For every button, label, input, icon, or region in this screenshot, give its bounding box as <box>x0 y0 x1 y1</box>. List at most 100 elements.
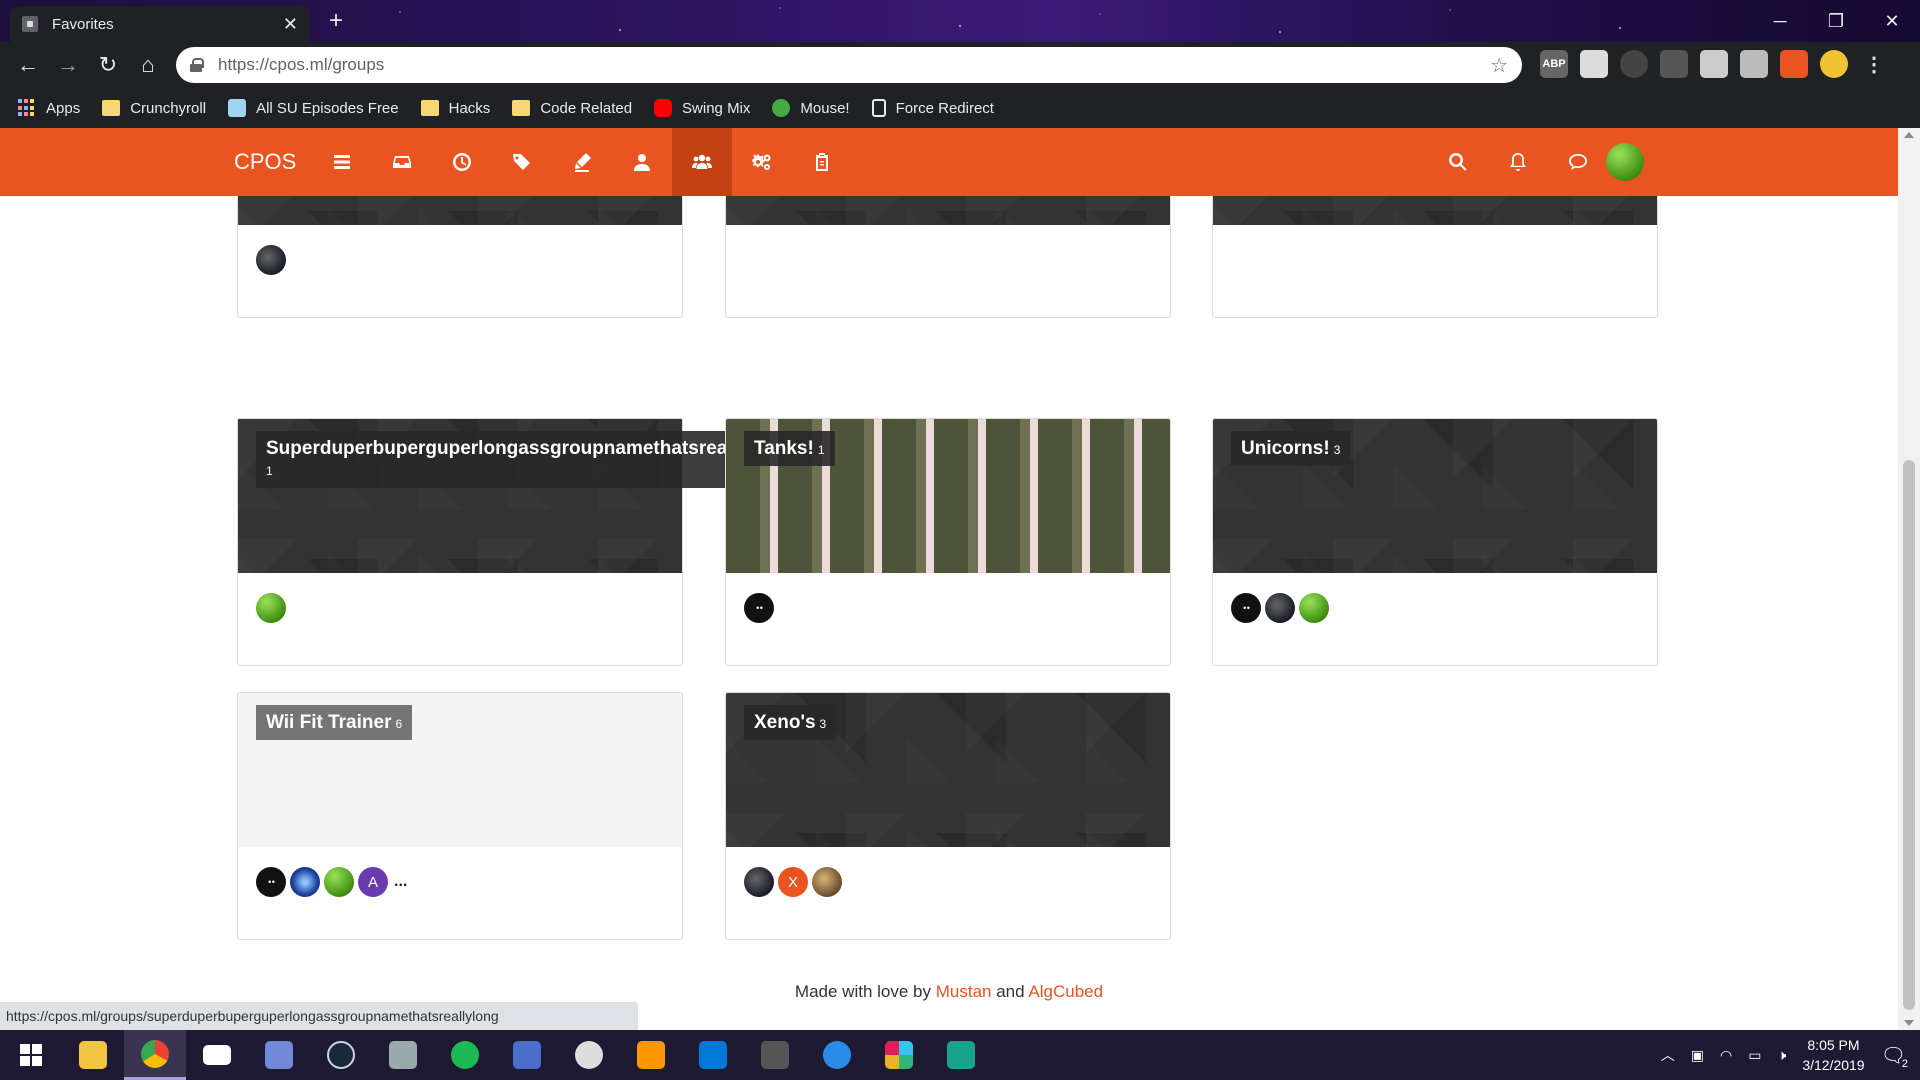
member-avatar[interactable] <box>1299 593 1329 623</box>
adblock-icon[interactable]: ABP <box>1540 50 1568 78</box>
close-window-button[interactable]: ✕ <box>1864 0 1920 42</box>
member-avatar[interactable] <box>744 867 774 897</box>
footer-link-algcubed[interactable]: AlgCubed <box>1028 982 1103 1001</box>
extension-box-icon[interactable] <box>1580 50 1608 78</box>
user-avatar[interactable] <box>1606 143 1644 181</box>
member-avatar[interactable] <box>812 867 842 897</box>
bookmark-mouse[interactable]: Mouse! <box>772 99 850 117</box>
scroll-down-icon[interactable] <box>1904 1020 1914 1026</box>
member-avatar[interactable] <box>1231 593 1261 623</box>
bookmark-hacks[interactable]: Hacks <box>420 100 490 117</box>
restore-button[interactable]: ❐ <box>1808 0 1864 42</box>
group-card-xenos[interactable]: Xeno's 3 X <box>725 692 1171 940</box>
mail-icon[interactable] <box>186 1030 248 1080</box>
notifications-icon[interactable]: 🗨 2 <box>1881 1043 1908 1070</box>
chevron-up-icon[interactable]: ︿ <box>1661 1045 1675 1065</box>
footer-link-mustan[interactable]: Mustan <box>936 982 992 1001</box>
chrome-menu-icon[interactable]: ⋮ <box>1860 50 1888 78</box>
bookmark-crunchyroll[interactable]: Crunchyroll <box>102 100 206 117</box>
clock-icon[interactable] <box>432 128 492 196</box>
member-avatar[interactable] <box>744 593 774 623</box>
bookmark-star-icon[interactable]: ☆ <box>1490 53 1508 78</box>
extension-glasses-icon[interactable] <box>1660 50 1688 78</box>
gitkraken-icon[interactable] <box>930 1030 992 1080</box>
tab-title: Favorites <box>52 15 114 33</box>
group-members <box>256 245 286 275</box>
page-scrollbar[interactable] <box>1898 128 1920 1030</box>
wifi-icon[interactable]: ◠ <box>1720 1047 1732 1064</box>
spotify-icon[interactable] <box>434 1030 496 1080</box>
browser-tab[interactable]: Favorites ✕ <box>10 6 310 42</box>
tags-icon[interactable] <box>492 128 552 196</box>
app-window-icon[interactable] <box>372 1030 434 1080</box>
bookmark-swing-mix[interactable]: Swing Mix <box>654 99 750 117</box>
bell-icon[interactable] <box>1488 128 1548 196</box>
minimize-button[interactable]: ─ <box>1752 0 1808 42</box>
home-button[interactable]: ⌂ <box>128 45 168 85</box>
vscode-icon[interactable] <box>682 1030 744 1080</box>
slack-icon[interactable] <box>868 1030 930 1080</box>
tray-app-icon[interactable]: ▣ <box>1691 1047 1704 1064</box>
list-icon[interactable] <box>312 128 372 196</box>
group-name-label[interactable]: Xeno's 3 <box>744 705 837 740</box>
extension-printer-icon[interactable] <box>1700 50 1728 78</box>
brand-logo[interactable]: CPOS <box>234 128 296 196</box>
new-tab-button[interactable]: + <box>322 8 350 36</box>
search-icon[interactable] <box>1428 128 1488 196</box>
more-members-ellipsis[interactable]: ... <box>394 873 407 891</box>
extension-off-icon[interactable] <box>1780 50 1808 78</box>
battery-icon[interactable]: ▭ <box>1748 1047 1761 1064</box>
group-name-label[interactable]: Wii Fit Trainer 6 <box>256 705 413 740</box>
bookmark-code-related[interactable]: Code Related <box>512 100 632 117</box>
member-avatar[interactable] <box>256 593 286 623</box>
back-button[interactable]: ← <box>8 45 48 85</box>
calculator-icon[interactable] <box>744 1030 806 1080</box>
extension-circle-icon[interactable] <box>1620 50 1648 78</box>
group-card-superlong[interactable]: Superduperbuperguperlongassgroupnamethat… <box>237 418 726 666</box>
groups-icon[interactable] <box>672 128 732 196</box>
group-card-tanks[interactable]: Tanks! 1 <box>725 418 1171 666</box>
address-bar[interactable]: https://cpos.ml/groups ☆ <box>176 47 1522 83</box>
bookmark-force-redirect[interactable]: Force Redirect <box>871 99 994 117</box>
discord-icon[interactable] <box>248 1030 310 1080</box>
member-avatar[interactable] <box>324 867 354 897</box>
member-avatar[interactable] <box>256 867 286 897</box>
member-avatar[interactable]: X <box>778 867 808 897</box>
sublime-icon[interactable] <box>620 1030 682 1080</box>
address-url[interactable]: https://cpos.ml/groups <box>218 55 1490 75</box>
member-avatar[interactable] <box>1265 593 1295 623</box>
extension-library-icon[interactable] <box>1740 50 1768 78</box>
group-card-wii-fit-trainer[interactable]: Wii Fit Trainer6 A ... <box>237 692 683 940</box>
group-name-label[interactable]: Superduperbuperguperlongassgroupnamethat… <box>256 431 726 488</box>
user-icon[interactable] <box>612 128 672 196</box>
settings-icon[interactable] <box>732 128 792 196</box>
group-card-unicorns[interactable]: Unicorns! 3 <box>1212 418 1658 666</box>
start-button[interactable] <box>0 1030 62 1080</box>
scroll-thumb[interactable] <box>1903 460 1915 1010</box>
volume-muted-icon[interactable]: 🕨 <box>1777 1047 1786 1064</box>
taskbar-clock[interactable]: 8:05 PM 3/12/2019 <box>1802 1035 1864 1075</box>
browser-app-icon[interactable] <box>806 1030 868 1080</box>
clock-time: 8:05 PM <box>1807 1037 1860 1053</box>
profile-avatar-icon[interactable] <box>1820 50 1848 78</box>
chat-icon[interactable] <box>1548 128 1608 196</box>
member-avatar[interactable] <box>290 867 320 897</box>
group-name-label[interactable]: Unicorns! 3 <box>1231 431 1351 466</box>
forward-button[interactable]: → <box>48 45 88 85</box>
member-avatar[interactable] <box>256 245 286 275</box>
member-avatar[interactable]: A <box>358 867 388 897</box>
group-name-label[interactable]: Tanks! 1 <box>744 431 835 466</box>
pen-icon[interactable] <box>552 128 612 196</box>
inbox-icon[interactable] <box>372 128 432 196</box>
reload-button[interactable]: ↻ <box>88 45 128 85</box>
clipboard-icon[interactable] <box>792 128 852 196</box>
file-explorer-icon[interactable] <box>62 1030 124 1080</box>
bookmark-su-episodes[interactable]: All SU Episodes Free <box>228 99 399 117</box>
network-tool-icon[interactable] <box>496 1030 558 1080</box>
scroll-up-icon[interactable] <box>1904 132 1914 138</box>
steam-icon[interactable] <box>310 1030 372 1080</box>
bookmark-apps[interactable]: Apps <box>18 99 80 117</box>
chrome-taskbar-icon[interactable] <box>124 1030 186 1080</box>
github-icon[interactable] <box>558 1030 620 1080</box>
tab-close-icon[interactable]: ✕ <box>283 14 298 35</box>
